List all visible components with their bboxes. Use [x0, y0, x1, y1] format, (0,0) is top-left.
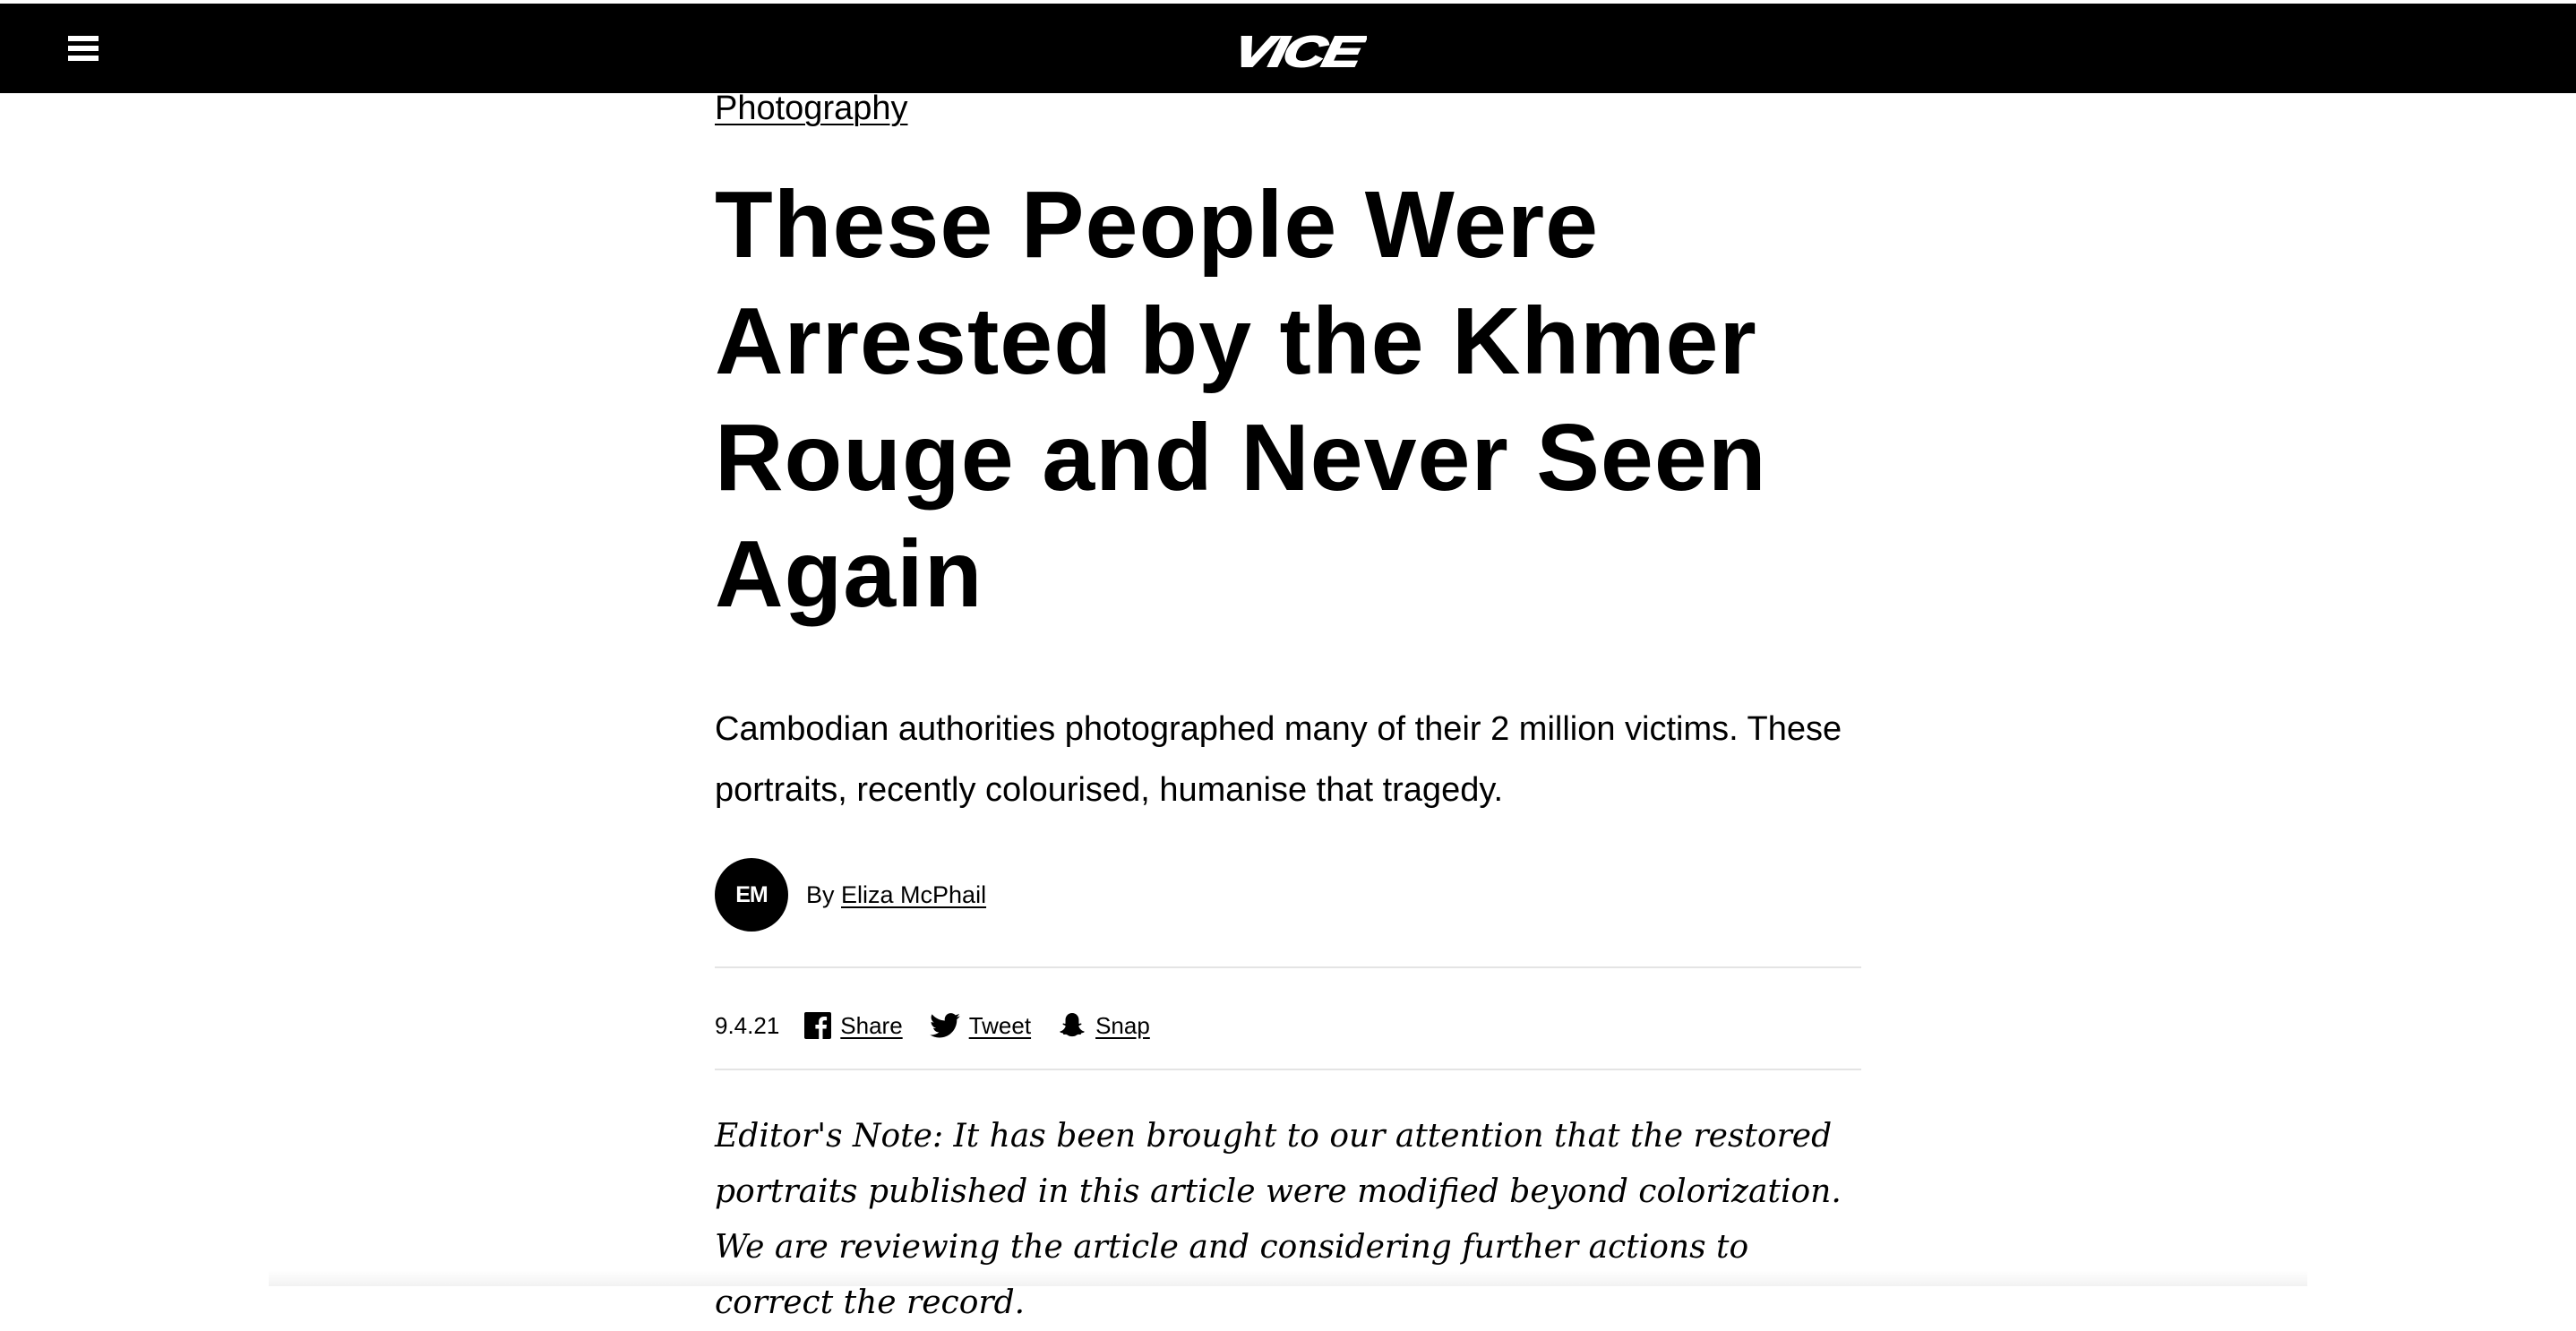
site-header: VICE	[0, 4, 2576, 93]
author-avatar[interactable]: EM	[715, 858, 788, 932]
article-headline: These People Were Arrested by the Khmer …	[715, 172, 1767, 627]
divider-bottom	[715, 1069, 1861, 1070]
snap-label: Snap	[1095, 1011, 1150, 1039]
bottom-fade	[269, 1270, 2307, 1286]
svg-text:VICE: VICE	[1232, 28, 1367, 73]
vice-logo[interactable]: VICE	[1232, 27, 1367, 73]
snapchat-icon	[1060, 1013, 1085, 1037]
author-link[interactable]: Eliza McPhail	[841, 881, 986, 909]
share-snapchat-button[interactable]: Snap	[1058, 1011, 1150, 1040]
byline: EM By Eliza McPhail	[715, 858, 986, 932]
byline-prefix: By	[806, 880, 842, 908]
editors-note: Editor's Note: It has been brought to ou…	[715, 1118, 1842, 1321]
divider-top	[715, 966, 1861, 968]
hamburger-menu-icon[interactable]	[68, 36, 99, 61]
tweet-label: Tweet	[968, 1011, 1032, 1039]
section-link[interactable]: Photography	[715, 90, 908, 128]
share-bar: 9.4.21 Share Tweet Snap	[715, 1007, 1177, 1044]
facebook-icon	[804, 1012, 832, 1039]
publish-date: 9.4.21	[715, 1011, 780, 1039]
share-label: Share	[840, 1011, 903, 1039]
share-facebook-button[interactable]: Share	[804, 1011, 903, 1040]
twitter-icon	[929, 1013, 960, 1038]
article-dek: Cambodian authorities photographed many …	[715, 710, 1842, 809]
share-twitter-button[interactable]: Tweet	[929, 1011, 1032, 1040]
